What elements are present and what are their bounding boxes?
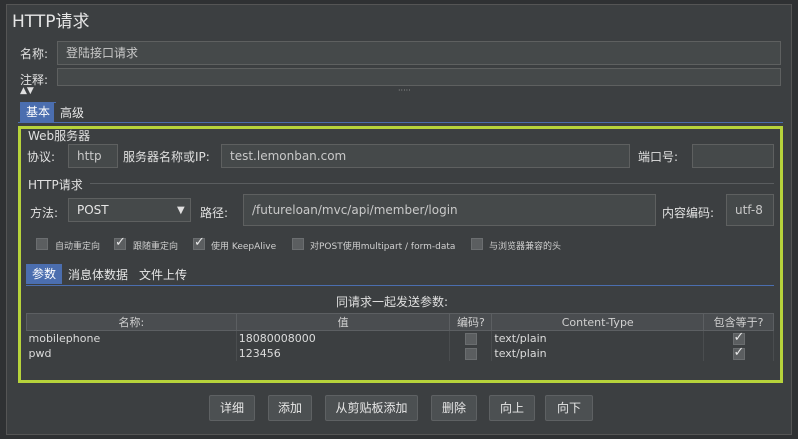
web-server-legend: Web服务器 [28, 129, 91, 143]
detail-button[interactable]: 详细 [209, 395, 255, 421]
comment-input[interactable] [57, 68, 781, 86]
tab-underline [18, 122, 783, 123]
params-table: 名称: 值 编码? Content-Type 包含等于? mobilephone… [26, 313, 774, 361]
move-down-button[interactable]: 向下 [545, 395, 593, 421]
path-label: 路径: [200, 206, 229, 220]
add-from-clipboard-button[interactable]: 从剪贴板添加 [325, 395, 418, 421]
follow-redirects-checkbox[interactable] [114, 235, 126, 250]
param-content-type[interactable]: text/plain [491, 330, 705, 346]
auto-redirect-label: 自动重定向 [55, 242, 101, 252]
column-header-include-equals[interactable]: 包含等于? [703, 313, 774, 331]
column-header-name[interactable]: 名称: [26, 313, 237, 331]
param-name[interactable]: mobilephone [26, 330, 237, 346]
splitter-handle[interactable]: ····· [398, 86, 411, 95]
multipart-label: 对POST使用multipart / form-data [310, 242, 456, 252]
encoding-input[interactable]: utf-8 [726, 194, 774, 226]
delete-button[interactable]: 删除 [431, 395, 477, 421]
path-input[interactable]: /futureloan/mvc/api/member/login [243, 194, 656, 226]
include-equals-checkbox[interactable] [732, 345, 745, 360]
param-value[interactable]: 18080008000 [236, 330, 451, 346]
protocol-label: 协议: [27, 150, 56, 164]
param-name[interactable]: pwd [26, 345, 237, 361]
chevron-down-icon[interactable]: ▼ [177, 205, 185, 216]
collapse-arrows-icon[interactable]: ▲▼ [20, 86, 34, 96]
method-value: POST [77, 203, 109, 217]
tab-basic[interactable]: 基本 [20, 102, 57, 122]
method-select[interactable]: POST [68, 198, 191, 222]
browser-headers-label: 与浏览器兼容的头 [489, 242, 562, 252]
tab-advanced[interactable]: 高级 [54, 103, 91, 123]
follow-redirects-label: 跟随重定向 [133, 242, 179, 252]
http-request-legend: HTTP请求 [28, 178, 83, 192]
column-header-encode[interactable]: 编码? [449, 313, 493, 331]
name-input[interactable]: 登陆接口请求 [57, 41, 781, 65]
name-label: 名称: [20, 47, 49, 61]
move-up-button[interactable]: 向上 [489, 395, 535, 421]
http-request-divider [90, 183, 774, 184]
method-label: 方法: [30, 206, 59, 220]
server-input[interactable]: test.lemonban.com [221, 144, 630, 168]
keepalive-label: 使用 KeepAlive [211, 242, 277, 252]
column-header-content-type[interactable]: Content-Type [491, 313, 705, 331]
protocol-input[interactable]: http [68, 144, 118, 168]
tab-body-data[interactable]: 消息体数据 [62, 265, 135, 285]
follow-redirects-auto-checkbox[interactable] [36, 238, 48, 250]
panel-title: HTTP请求 [12, 12, 90, 32]
include-equals-checkbox[interactable] [732, 330, 745, 345]
keepalive-checkbox[interactable] [193, 235, 205, 250]
subtab-underline [26, 285, 774, 286]
add-button[interactable]: 添加 [268, 395, 312, 421]
server-label: 服务器名称或IP: [123, 150, 210, 164]
multipart-checkbox[interactable] [292, 238, 304, 250]
tab-params[interactable]: 参数 [26, 264, 63, 284]
table-row[interactable]: mobilephone 18080008000 text/plain [26, 330, 774, 346]
encode-checkbox[interactable] [464, 332, 477, 345]
tab-file-upload[interactable]: 文件上传 [133, 265, 194, 285]
param-value[interactable]: 123456 [236, 345, 451, 361]
params-title: 同请求一起发送参数: [336, 295, 449, 309]
encode-checkbox[interactable] [464, 347, 477, 360]
table-row[interactable]: pwd 123456 text/plain [26, 345, 774, 361]
port-label: 端口号: [638, 150, 679, 164]
column-header-value[interactable]: 值 [235, 313, 451, 331]
encoding-label: 内容编码: [662, 206, 715, 220]
browser-headers-checkbox[interactable] [471, 238, 483, 250]
port-input[interactable] [692, 144, 774, 168]
param-content-type[interactable]: text/plain [491, 345, 705, 361]
